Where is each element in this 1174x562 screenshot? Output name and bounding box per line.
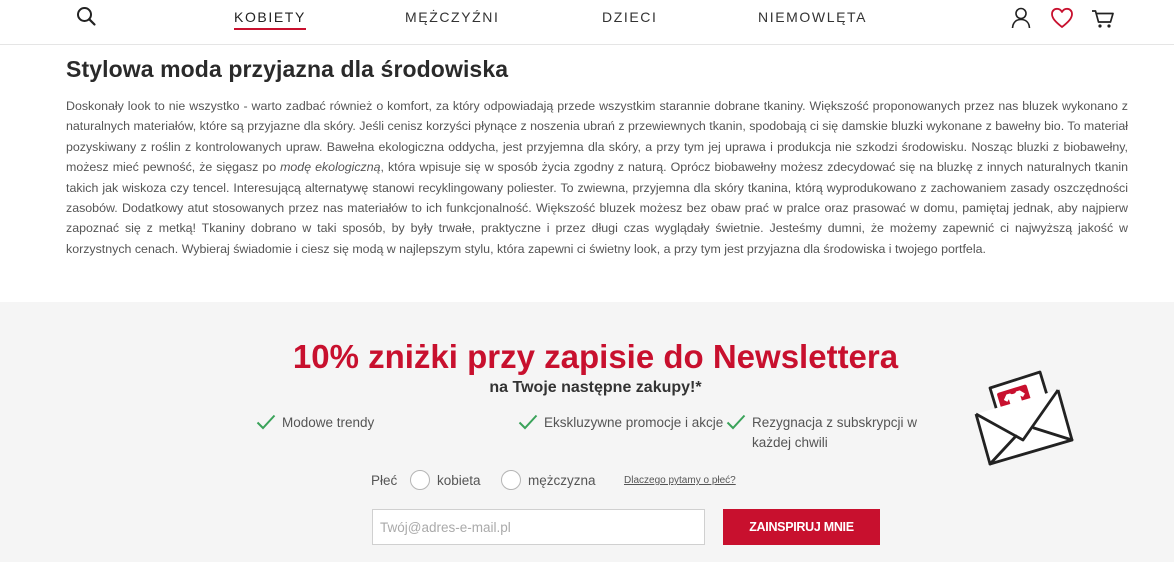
- article-body-part: , która wpisuje się w sposób życia zgodn…: [66, 160, 1128, 256]
- nav-item-label: DZIECI: [602, 9, 658, 25]
- seo-article: Stylowa moda przyjazna dla środowiska Do…: [66, 56, 1128, 259]
- article-body-emphasis: modę ekologiczną: [280, 160, 381, 175]
- email-field[interactable]: [372, 509, 705, 545]
- nav-item-mezczyzni[interactable]: MĘŻCZYŹNI: [405, 9, 500, 25]
- nav-item-niemowleta[interactable]: NIEMOWLĘTA: [758, 9, 867, 25]
- gender-label: Płeć: [371, 473, 398, 488]
- gender-option-kobieta[interactable]: kobieta: [437, 473, 481, 488]
- newsletter-section: 10% zniżki przy zapisie do Newslettera n…: [0, 302, 1174, 562]
- user-icon[interactable]: [1008, 5, 1034, 31]
- benefit-label: Rezygnacja z subskrypcji w każdej chwili: [752, 415, 918, 450]
- benefit-label: Ekskluzywne promocje i akcje: [544, 415, 724, 430]
- site-header: KOBIETY MĘŻCZYŹNI DZIECI NIEMOWLĘTA: [0, 0, 1174, 45]
- nav-item-label: MĘŻCZYŹNI: [405, 9, 500, 25]
- envelope-icon: [970, 368, 1080, 478]
- gender-option-mezczyzna[interactable]: mężczyzna: [528, 473, 596, 488]
- article-title: Stylowa moda przyjazna dla środowiska: [66, 56, 509, 82]
- active-underline: [234, 28, 306, 30]
- main-nav: KOBIETY MĘŻCZYŹNI DZIECI NIEMOWLĘTA: [0, 9, 1174, 30]
- check-icon: [256, 414, 276, 430]
- why-gender-link[interactable]: Dlaczego pytamy o płeć?: [624, 475, 736, 486]
- subscribe-button[interactable]: ZAINSPIRUJ MNIE: [723, 509, 880, 545]
- benefit-label: Modowe trendy: [282, 415, 375, 430]
- gender-radio-mezczyzna[interactable]: [501, 470, 521, 490]
- gender-radio-kobieta[interactable]: [410, 470, 430, 490]
- heart-icon[interactable]: [1049, 5, 1075, 31]
- check-icon: [518, 414, 538, 430]
- check-icon: [726, 414, 746, 430]
- cart-icon[interactable]: [1090, 5, 1116, 31]
- nav-item-label: NIEMOWLĘTA: [758, 9, 868, 25]
- nav-item-kobiety[interactable]: KOBIETY: [234, 9, 306, 30]
- article-body: Doskonały look to nie wszystko - warto z…: [66, 96, 1128, 259]
- nav-item-label: KOBIETY: [234, 9, 306, 25]
- nav-item-dzieci[interactable]: DZIECI: [602, 9, 658, 25]
